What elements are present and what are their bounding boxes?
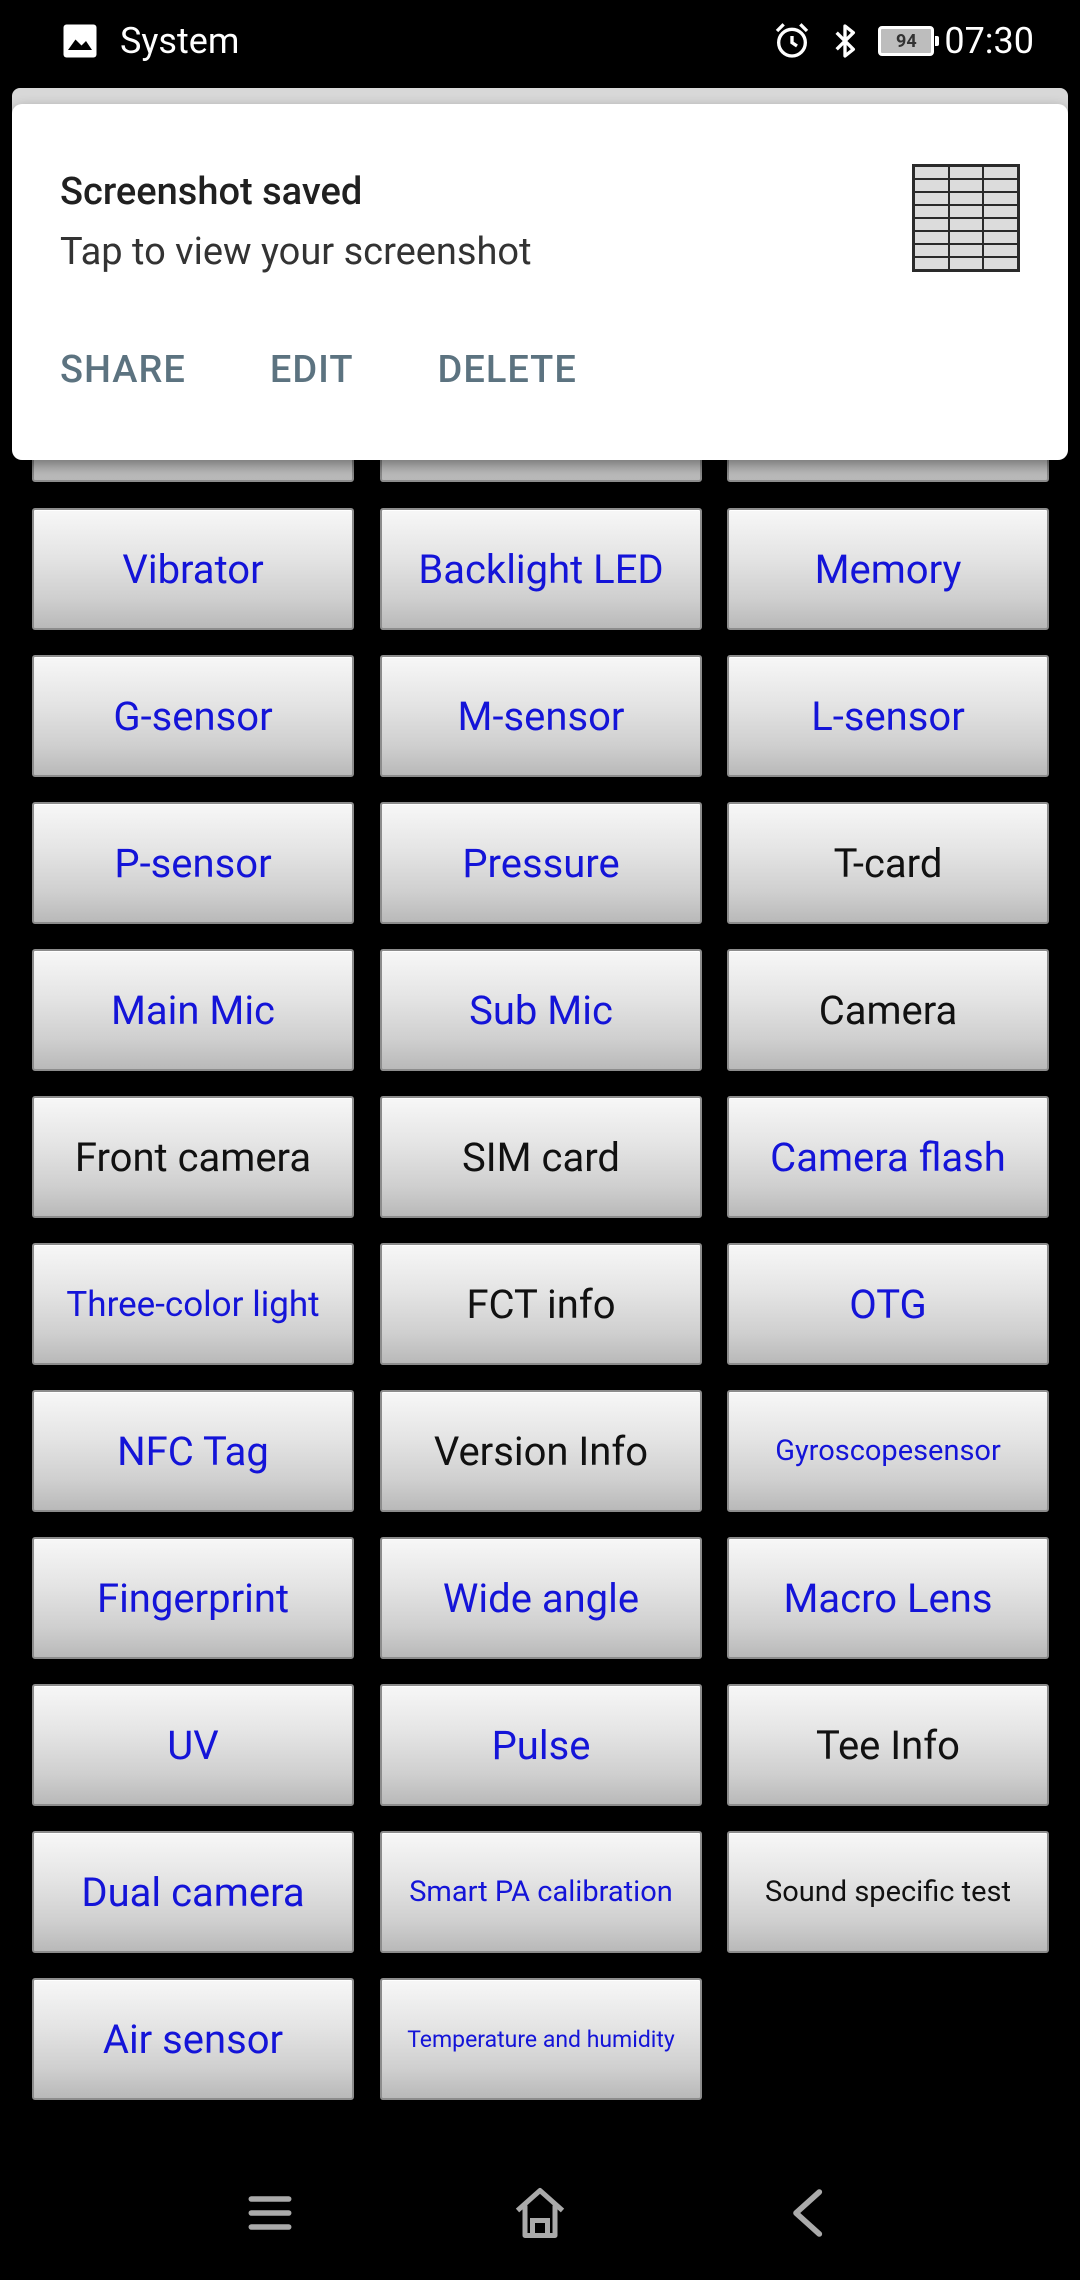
menu-icon bbox=[248, 2196, 292, 2230]
menu-button[interactable] bbox=[235, 2178, 305, 2248]
test-button-wide-angle[interactable]: Wide angle bbox=[380, 1537, 702, 1659]
test-button-air-sensor[interactable]: Air sensor bbox=[32, 1978, 354, 2100]
test-button-otg[interactable]: OTG bbox=[727, 1243, 1049, 1365]
test-button-l-sensor[interactable]: L-sensor bbox=[727, 655, 1049, 777]
test-button-tee-info[interactable]: Tee Info bbox=[727, 1684, 1049, 1806]
test-button-version-info[interactable]: Version Info bbox=[380, 1390, 702, 1512]
test-button-camera-flash[interactable]: Camera flash bbox=[727, 1096, 1049, 1218]
test-button-m-sensor[interactable]: M-sensor bbox=[380, 655, 702, 777]
notification-actions: SHARE EDIT DELETE bbox=[60, 348, 661, 392]
test-button-smart-pa-calibration[interactable]: Smart PA calibration bbox=[380, 1831, 702, 1953]
test-button-sim-card[interactable]: SIM card bbox=[380, 1096, 702, 1218]
test-button-macro-lens[interactable]: Macro Lens bbox=[727, 1537, 1049, 1659]
notification-title: Screenshot saved bbox=[60, 170, 363, 214]
notification-text: Tap to view your screenshot bbox=[60, 230, 532, 274]
test-button-three-color-light[interactable]: Three-color light bbox=[32, 1243, 354, 1365]
test-button-sub-mic[interactable]: Sub Mic bbox=[380, 949, 702, 1071]
test-button-pulse[interactable]: Pulse bbox=[380, 1684, 702, 1806]
test-button-fingerprint[interactable]: Fingerprint bbox=[32, 1537, 354, 1659]
test-button-temperature-and-humidity[interactable]: Temperature and humidity bbox=[380, 1978, 702, 2100]
test-button-vibrator[interactable]: Vibrator bbox=[32, 508, 354, 630]
test-button-dual-camera[interactable]: Dual camera bbox=[32, 1831, 354, 1953]
share-button[interactable]: SHARE bbox=[60, 348, 186, 392]
home-icon bbox=[515, 2188, 565, 2238]
edit-button[interactable]: EDIT bbox=[270, 348, 354, 392]
back-button[interactable] bbox=[775, 2178, 845, 2248]
test-button-t-card[interactable]: T-card bbox=[727, 802, 1049, 924]
navigation-bar bbox=[0, 2140, 1080, 2280]
screenshot-thumbnail[interactable] bbox=[912, 164, 1020, 272]
test-button-memory[interactable]: Memory bbox=[727, 508, 1049, 630]
test-button-nfc-tag[interactable]: NFC Tag bbox=[32, 1390, 354, 1512]
test-button-pressure[interactable]: Pressure bbox=[380, 802, 702, 924]
screenshot-notification[interactable]: Screenshot saved Tap to view your screen… bbox=[12, 104, 1068, 460]
test-button-main-mic[interactable]: Main Mic bbox=[32, 949, 354, 1071]
test-button-camera[interactable]: Camera bbox=[727, 949, 1049, 1071]
test-button-sound-specific-test[interactable]: Sound specific test bbox=[727, 1831, 1049, 1953]
test-button-backlight-led[interactable]: Backlight LED bbox=[380, 508, 702, 630]
test-button-uv[interactable]: UV bbox=[32, 1684, 354, 1806]
test-button-g-sensor[interactable]: G-sensor bbox=[32, 655, 354, 777]
test-button-gyroscopesensor[interactable]: Gyroscopesensor bbox=[727, 1390, 1049, 1512]
test-button-front-camera[interactable]: Front camera bbox=[32, 1096, 354, 1218]
back-icon bbox=[793, 2189, 823, 2237]
test-button-p-sensor[interactable]: P-sensor bbox=[32, 802, 354, 924]
test-button-fct-info[interactable]: FCT info bbox=[380, 1243, 702, 1365]
delete-button[interactable]: DELETE bbox=[438, 348, 577, 392]
home-button[interactable] bbox=[505, 2178, 575, 2248]
